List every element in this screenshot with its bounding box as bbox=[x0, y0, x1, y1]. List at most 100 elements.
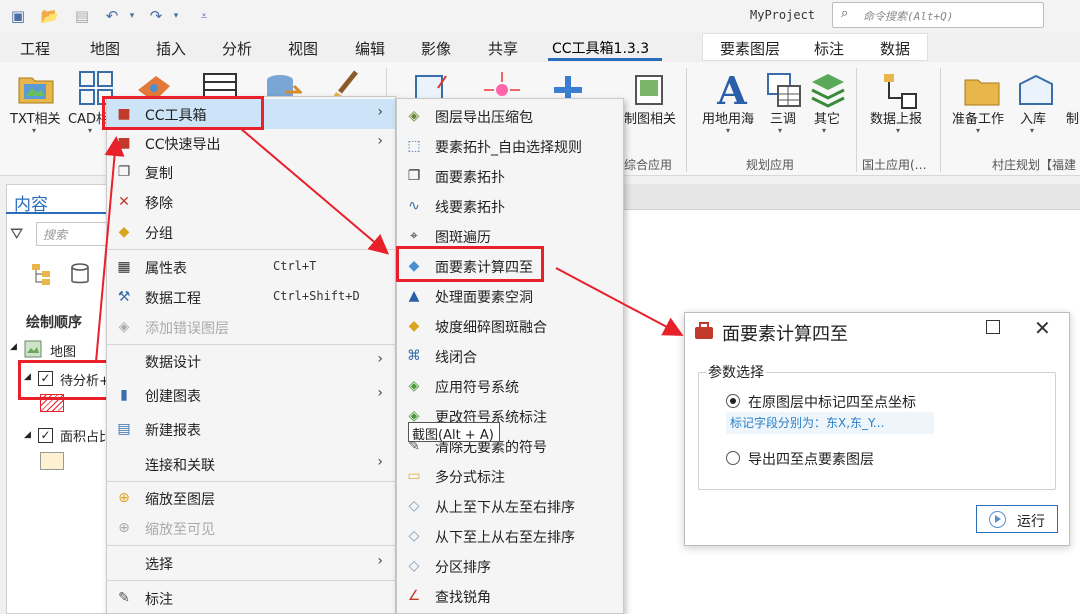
menu-item-joins-relates[interactable]: 连接和关联 › bbox=[107, 449, 395, 479]
tag-icon: ◇ bbox=[408, 528, 420, 544]
submenu-item-fraction-label[interactable]: ▭ 多分式标注 bbox=[397, 461, 623, 491]
play-icon bbox=[989, 511, 1006, 528]
zoom-visible-icon: ⊕ bbox=[118, 520, 130, 536]
warehouse-icon[interactable] bbox=[1016, 70, 1056, 110]
data-report-button-label[interactable]: 数据上报 bbox=[870, 108, 922, 127]
radio-export-points[interactable] bbox=[726, 451, 740, 465]
menu-item-selection[interactable]: 选择 › bbox=[107, 548, 395, 578]
chevron-down-icon[interactable]: ▾ bbox=[88, 126, 92, 135]
command-search-input[interactable]: ⌕ 命令搜索(Alt+Q) bbox=[832, 2, 1044, 28]
land-use-letter-a-icon[interactable]: A bbox=[712, 70, 752, 110]
radio-mark-in-layer[interactable] bbox=[726, 394, 740, 408]
menu-item-data-engineering[interactable]: ⚒ 数据工程 Ctrl+Shift+D bbox=[107, 282, 395, 312]
chevron-down-icon[interactable]: ▾ bbox=[778, 126, 782, 135]
tab-analysis[interactable]: 分析 bbox=[222, 38, 252, 59]
zoom-layer-icon: ⊕ bbox=[118, 490, 130, 506]
cartography-button-label[interactable]: 制图相关 bbox=[624, 108, 676, 127]
run-button[interactable]: 运行 bbox=[976, 505, 1058, 533]
submenu-item-find-acute-angle[interactable]: ∠ 查找锐角 bbox=[397, 581, 623, 611]
menu-item-remove[interactable]: ✕ 移除 bbox=[107, 187, 395, 217]
radio-export-points-label[interactable]: 导出四至点要素图层 bbox=[748, 449, 874, 469]
customize-toolbar-icon[interactable]: ⩡ bbox=[194, 6, 214, 26]
collapse-arrow-icon[interactable]: ◢ bbox=[10, 342, 17, 352]
tab-data[interactable]: 数据 bbox=[880, 38, 910, 59]
collapse-arrow-icon[interactable]: ◢ bbox=[24, 430, 31, 440]
menu-item-data-design[interactable]: 数据设计 › bbox=[107, 346, 395, 376]
draw-order-tree-icon[interactable] bbox=[30, 262, 54, 286]
maximize-icon[interactable] bbox=[986, 320, 1000, 334]
chevron-down-icon[interactable]: ▾ bbox=[166, 6, 186, 26]
tab-share[interactable]: 共享 bbox=[488, 38, 518, 59]
txt-button-label[interactable]: TXT相关 bbox=[10, 108, 61, 127]
survey-table-icon[interactable] bbox=[764, 70, 804, 110]
other-button-label[interactable]: 其它 bbox=[814, 108, 840, 127]
chevron-down-icon[interactable]: ▾ bbox=[976, 126, 980, 135]
tab-view[interactable]: 视图 bbox=[288, 38, 318, 59]
filter-icon[interactable]: ⛛ bbox=[10, 224, 23, 244]
chevron-down-icon[interactable]: ▾ bbox=[1030, 126, 1034, 135]
undo-icon[interactable]: ↶ bbox=[102, 6, 122, 26]
survey-button-label[interactable]: 三调 bbox=[770, 108, 796, 127]
submenu-item-line-topology[interactable]: ∿ 线要素拓扑 bbox=[397, 191, 623, 221]
menu-item-create-chart[interactable]: ▮ 创建图表 › bbox=[107, 380, 395, 410]
draw-order-heading: 绘制顺序 bbox=[26, 315, 82, 331]
contents-search-input[interactable]: 搜索 bbox=[36, 222, 110, 246]
parameter-section-label: 参数选择 bbox=[706, 362, 766, 382]
tree-item-map[interactable]: 地图 bbox=[50, 341, 76, 360]
cartography-icon[interactable] bbox=[630, 70, 670, 110]
submenu-item-feature-topology[interactable]: ⬚ 要素拓扑_自由选择规则 bbox=[397, 131, 623, 161]
tree-item-layer-area[interactable]: 面积占比 bbox=[60, 426, 112, 445]
submenu-item-polygon-holes[interactable]: ▲ 处理面要素空洞 bbox=[397, 281, 623, 311]
submenu-item-line-close[interactable]: ⌘ 线闭合 bbox=[397, 341, 623, 371]
data-report-icon[interactable] bbox=[880, 70, 920, 110]
submenu-item-slope-merge[interactable]: ◆ 坡度细碎图斑融合 bbox=[397, 311, 623, 341]
txt-folder-icon[interactable] bbox=[16, 68, 56, 108]
tab-project[interactable]: 工程 bbox=[20, 38, 50, 59]
chevron-down-icon[interactable]: ▾ bbox=[32, 126, 36, 135]
merge-icon: ◆ bbox=[408, 318, 420, 334]
data-engineering-icon: ⚒ bbox=[117, 289, 131, 305]
menu-item-label[interactable]: ✎ 标注 bbox=[107, 583, 395, 613]
land-sea-button-label[interactable]: 用地用海 bbox=[702, 108, 754, 127]
tab-cc-toolbox[interactable]: CC工具箱1.3.3 bbox=[552, 38, 649, 58]
tab-map[interactable]: 地图 bbox=[90, 38, 120, 59]
tab-insert[interactable]: 插入 bbox=[156, 38, 186, 59]
submenu-item-export-zip[interactable]: ◈ 图层导出压缩包 bbox=[397, 101, 623, 131]
layer-visibility-checkbox[interactable]: ✓ bbox=[38, 428, 53, 443]
redo-icon[interactable]: ↷ bbox=[146, 6, 166, 26]
menu-item-group[interactable]: ◆ 分组 bbox=[107, 217, 395, 247]
layers-stack-icon[interactable] bbox=[808, 70, 848, 110]
radio-mark-in-layer-label[interactable]: 在原图层中标记四至点坐标 bbox=[748, 392, 916, 412]
menu-item-attribute-table[interactable]: ▦ 属性表 Ctrl+T bbox=[107, 252, 395, 282]
open-folder-icon[interactable]: 📂 bbox=[40, 6, 60, 26]
tab-labeling[interactable]: 标注 bbox=[814, 38, 844, 59]
submenu-item-apply-symbology[interactable]: ◈ 应用符号系统 bbox=[397, 371, 623, 401]
submenu-item-zone-sort[interactable]: ◇ 分区排序 bbox=[397, 551, 623, 581]
chevron-down-icon[interactable]: ▾ bbox=[822, 126, 826, 135]
tab-imagery[interactable]: 影像 bbox=[421, 38, 451, 59]
import-button-label[interactable]: 入库 bbox=[1020, 108, 1046, 127]
menu-item-zoom-to-layer[interactable]: ⊕ 缩放至图层 bbox=[107, 483, 395, 513]
submenu-item-sort-bottom-right[interactable]: ◇ 从下至上从右至左排序 bbox=[397, 521, 623, 551]
chevron-down-icon[interactable]: ▾ bbox=[122, 6, 142, 26]
new-project-icon[interactable]: ▣ bbox=[8, 6, 28, 26]
chevron-down-icon[interactable]: ▾ bbox=[726, 126, 730, 135]
group-label-village: 村庄规划【福建 bbox=[992, 158, 1077, 172]
menu-item-copy[interactable]: ❐ 复制 bbox=[107, 157, 395, 187]
prep-folder-icon[interactable] bbox=[962, 70, 1002, 110]
layer-symbol-swatch[interactable] bbox=[40, 452, 64, 470]
submenu-item-sort-top-left[interactable]: ◇ 从上至下从左至右排序 bbox=[397, 491, 623, 521]
prep-button-label[interactable]: 准备工作 bbox=[952, 108, 1004, 127]
save-icon[interactable]: ▤ bbox=[72, 6, 92, 26]
chevron-down-icon[interactable]: ▾ bbox=[896, 126, 900, 135]
menu-item-new-report[interactable]: ▤ 新建报表 bbox=[107, 414, 395, 444]
data-source-icon[interactable] bbox=[68, 262, 92, 286]
group-label-comprehensive: 综合应用 bbox=[624, 158, 673, 172]
tab-feature-layer[interactable]: 要素图层 bbox=[720, 38, 780, 59]
make-button-label[interactable]: 制 bbox=[1066, 108, 1079, 127]
menu-item-cc-quick-export[interactable]: ■ CC快速导出 › bbox=[107, 128, 395, 158]
tab-edit[interactable]: 编辑 bbox=[355, 38, 385, 59]
close-icon[interactable]: ✕ bbox=[1034, 316, 1051, 340]
submenu-item-polygon-topology[interactable]: ❐ 面要素拓扑 bbox=[397, 161, 623, 191]
error-layer-icon: ◈ bbox=[118, 319, 130, 335]
